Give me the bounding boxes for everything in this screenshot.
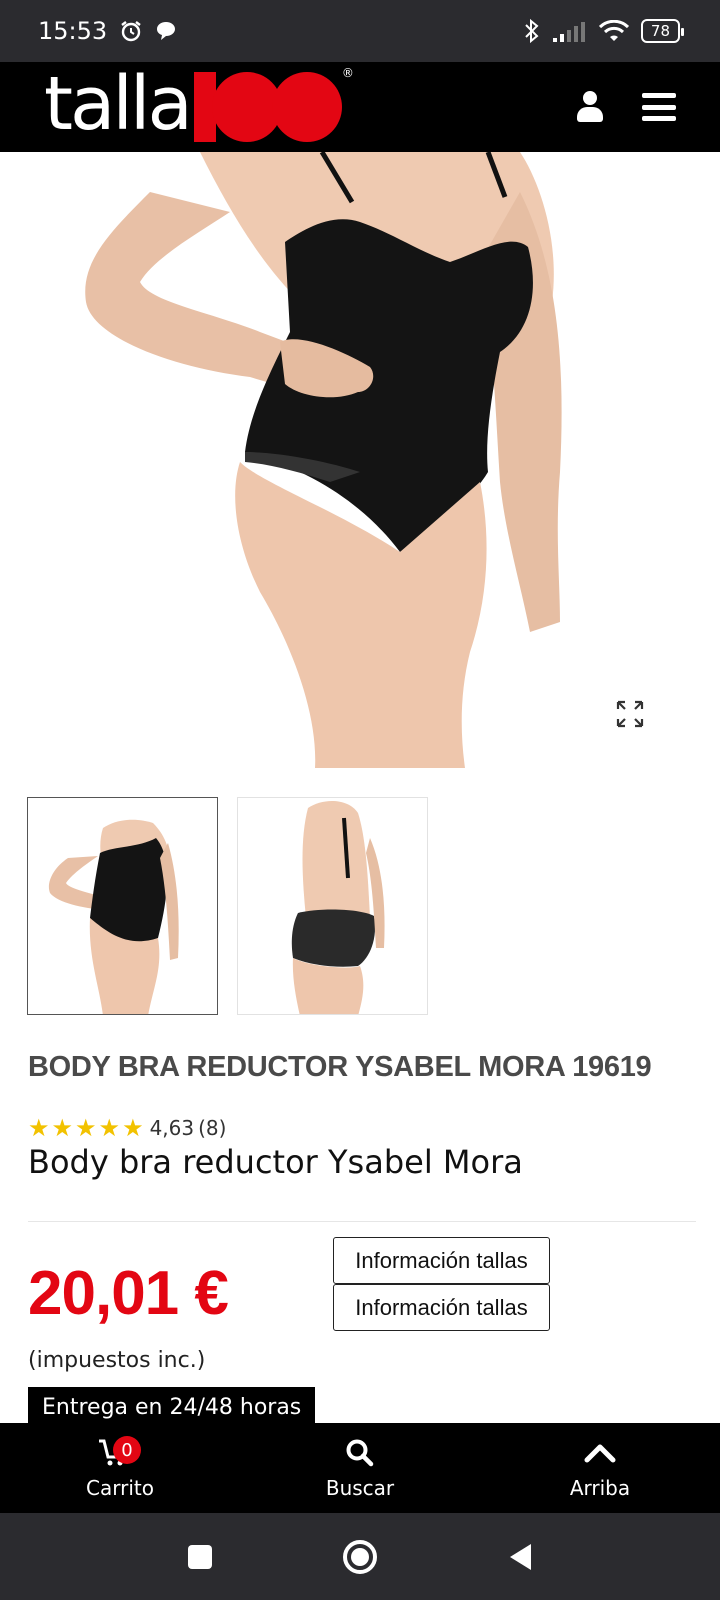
divider <box>28 1221 696 1222</box>
site-logo[interactable]: talla ® <box>44 61 354 152</box>
expand-icon[interactable] <box>616 700 644 728</box>
alarm-icon <box>121 21 141 42</box>
logo-number-mark: ® <box>193 66 354 142</box>
thumbnail-back[interactable] <box>237 797 428 1015</box>
size-info-button[interactable]: Información tallas <box>333 1237 550 1284</box>
product-photo <box>85 152 562 768</box>
signal-icon <box>552 22 585 42</box>
rating-stars: ★★★★★ <box>28 1114 146 1142</box>
site-header: talla ® <box>0 62 720 152</box>
nav-top[interactable]: Arriba <box>500 1436 700 1500</box>
nav-cart[interactable]: 0 Carrito <box>20 1436 220 1500</box>
user-icon[interactable] <box>576 91 604 123</box>
triangle-back-icon <box>510 1543 531 1570</box>
nav-top-label: Arriba <box>569 1476 631 1500</box>
nav-search[interactable]: Buscar <box>260 1436 460 1500</box>
nav-cart-label: Carrito <box>86 1476 154 1500</box>
product-title: BODY BRA REDUCTOR YSABEL MORA 19619 <box>28 1051 652 1083</box>
chat-icon <box>157 22 176 40</box>
menu-icon[interactable] <box>642 93 676 121</box>
bluetooth-icon <box>525 18 539 44</box>
product-price: 20,01 € <box>28 1259 229 1328</box>
nav-search-label: Buscar <box>325 1476 395 1500</box>
thumbnail-strip <box>27 797 428 1015</box>
delivery-badge: Entrega en 24/48 horas <box>28 1387 316 1427</box>
circle-icon <box>343 1539 377 1574</box>
product-subtitle: Body bra reductor Ysabel Mora <box>28 1143 523 1181</box>
logo-text: talla <box>44 61 193 147</box>
recents-button[interactable] <box>180 1537 220 1577</box>
clock: 15:53 <box>38 17 108 45</box>
rating-score: 4,63 <box>149 1116 195 1140</box>
product-rating[interactable]: ★★★★★ 4,63 (8) <box>28 1114 226 1142</box>
search-icon <box>346 1439 374 1467</box>
rating-count: (8) <box>198 1116 227 1140</box>
system-navigation-bar <box>0 1513 720 1600</box>
cart-count-badge: 0 <box>113 1436 141 1464</box>
square-icon <box>188 1544 212 1569</box>
wifi-icon <box>598 20 629 41</box>
product-main-image[interactable] <box>0 152 720 768</box>
home-button[interactable] <box>340 1537 380 1577</box>
thumbnail-front[interactable] <box>27 797 218 1015</box>
tax-note: (impuestos inc.) <box>28 1348 206 1373</box>
size-info-button-secondary[interactable]: Información tallas <box>333 1284 550 1331</box>
battery-icon: 78 <box>640 19 685 43</box>
status-bar: 15:53 78 <box>0 0 720 62</box>
chevron-up-icon <box>584 1444 616 1463</box>
back-button[interactable] <box>500 1537 540 1577</box>
bottom-navigation: 0 Carrito Buscar Arriba <box>0 1423 720 1513</box>
